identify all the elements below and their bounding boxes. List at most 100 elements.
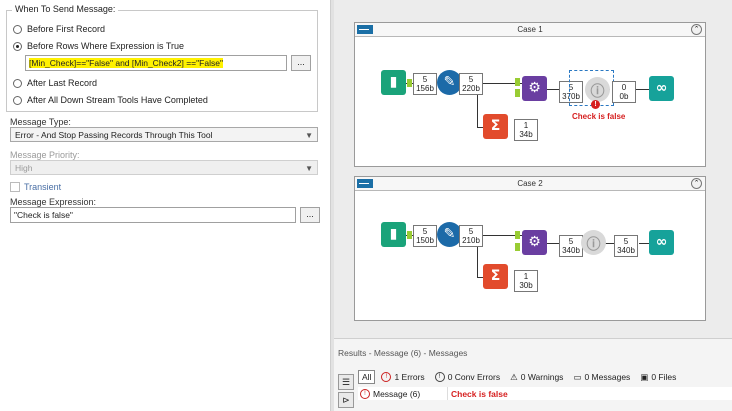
- record-count: 5: [422, 75, 428, 84]
- collapse-icon[interactable]: ⌃: [691, 178, 702, 189]
- filter-conv-errors-button[interactable]: ! 0 Conv Errors: [434, 372, 500, 382]
- message-type-label: Message Type:: [10, 117, 71, 127]
- browse-tool[interactable]: ∞: [649, 76, 674, 101]
- record-size: 156b: [416, 84, 434, 93]
- radio-button[interactable]: [13, 95, 22, 105]
- record-size: 150b: [416, 236, 434, 245]
- container-title: Case 2: [517, 179, 543, 188]
- record-count-badge: 5 340b: [559, 235, 583, 257]
- message-expression-input[interactable]: "Check is false": [10, 207, 296, 223]
- message-expression-label: Message Expression:: [10, 197, 97, 207]
- filter-messages-button[interactable]: ▭ 0 Messages: [573, 372, 630, 383]
- record-size: 340b: [617, 246, 635, 255]
- message-priority-value: High: [15, 163, 33, 173]
- record-count: 5: [468, 75, 474, 84]
- chevron-down-icon: ▼: [305, 131, 313, 140]
- connector: [635, 89, 649, 90]
- output-anchor[interactable]: [407, 79, 412, 87]
- results-filter-toolbar: All ! 1 Errors ! 0 Conv Errors ⚠ 0 Warnings…: [358, 369, 732, 385]
- filter-all-button[interactable]: All: [358, 370, 376, 384]
- record-size: 0b: [619, 92, 629, 101]
- record-count: 5: [422, 227, 428, 236]
- results-panel: Results - Message (6) - Messages ☰ ⊳ All…: [334, 338, 732, 411]
- info-icon: ⓘ: [586, 237, 601, 253]
- input-data-tool[interactable]: ▮: [381, 70, 406, 95]
- binoculars-icon: ∞: [655, 234, 668, 250]
- formula-tool[interactable]: ⚙: [522, 76, 547, 101]
- record-size: 34b: [519, 130, 533, 139]
- book-icon: ▮: [389, 226, 398, 242]
- warning-icon: ⚠: [510, 371, 518, 382]
- container-case-1[interactable]: Case 1 ⌃ ▮ 5 156b ✎ 5 220b ⚙ Σ 1 34b 5 370b …: [354, 22, 706, 167]
- binoculars-icon: ∞: [655, 80, 668, 96]
- record-count: 0: [621, 83, 627, 92]
- message-type-select[interactable]: Error - And Stop Passing Records Through…: [10, 127, 318, 142]
- message-expression-value: "Check is false": [14, 210, 73, 220]
- record-size: 220b: [462, 84, 480, 93]
- summarize-tool[interactable]: Σ: [483, 114, 508, 139]
- error-badge-icon: !: [591, 100, 600, 109]
- filter-files-button[interactable]: ▣ 0 Files: [640, 372, 676, 383]
- browse-tool[interactable]: ∞: [649, 230, 674, 255]
- radio-label: After All Down Stream Tools Have Complet…: [27, 95, 208, 105]
- book-icon: ▮: [389, 74, 398, 90]
- gear-icon: ⚙: [528, 234, 541, 250]
- false-anchor[interactable]: [515, 243, 520, 251]
- collapse-icon[interactable]: ⌃: [691, 24, 702, 35]
- warnings-label: 0 Warnings: [520, 372, 564, 382]
- connector: [639, 243, 649, 244]
- message-tool[interactable]: ⓘ: [585, 77, 610, 102]
- formula-tool[interactable]: ⚙: [522, 230, 547, 255]
- radio-label: After Last Record: [27, 78, 98, 88]
- filter-all-label: All: [362, 372, 372, 382]
- radio-after-downstream[interactable]: After All Down Stream Tools Have Complet…: [13, 95, 208, 105]
- container-header[interactable]: Case 1 ⌃: [355, 23, 705, 37]
- message-type-value: Error - And Stop Passing Records Through…: [15, 130, 213, 140]
- message-tool[interactable]: ⓘ: [581, 230, 606, 255]
- record-count-badge: 5 210b: [459, 225, 483, 247]
- list-view-icon[interactable]: ☰: [338, 374, 354, 390]
- transient-checkbox[interactable]: [10, 182, 20, 192]
- expression-input[interactable]: [Min_Check]=="False" and [Min_Check2] ==…: [25, 55, 287, 71]
- filter-warnings-button[interactable]: ⚠ 0 Warnings: [510, 372, 563, 383]
- transient-label: Transient: [24, 182, 62, 192]
- record-count-badge: 5 220b: [459, 73, 483, 95]
- radio-button-selected[interactable]: [13, 41, 22, 51]
- container-header[interactable]: Case 2 ⌃: [355, 177, 705, 191]
- record-size: 340b: [562, 246, 580, 255]
- message-expression-editor-button[interactable]: ...: [300, 207, 320, 223]
- input-data-tool[interactable]: ▮: [381, 222, 406, 247]
- when-to-send-legend: When To Send Message:: [12, 4, 119, 14]
- filter-errors-button[interactable]: ! 1 Errors: [381, 372, 425, 382]
- messages-label: 0 Messages: [584, 372, 631, 382]
- results-side-toolbar: ☰ ⊳: [338, 374, 354, 411]
- message-priority-label: Message Priority:: [10, 150, 80, 160]
- record-count: 1: [523, 121, 529, 130]
- sigma-icon: Σ: [490, 118, 501, 134]
- record-count: 5: [468, 227, 474, 236]
- gear-icon: ⚙: [528, 80, 541, 96]
- container-title: Case 1: [517, 25, 543, 34]
- radio-label: Before Rows Where Expression is True: [27, 41, 185, 51]
- message-view-icon[interactable]: ⊳: [338, 392, 354, 408]
- radio-before-rows-expression[interactable]: Before Rows Where Expression is True: [13, 41, 184, 51]
- radio-button[interactable]: [13, 24, 22, 34]
- workflow-canvas[interactable]: Case 1 ⌃ ▮ 5 156b ✎ 5 220b ⚙ Σ 1 34b 5 370b …: [334, 0, 732, 338]
- true-anchor[interactable]: [515, 231, 520, 239]
- table-row[interactable]: ! Message (6) Check is false: [358, 387, 732, 400]
- record-count: 5: [568, 237, 574, 246]
- message-priority-select[interactable]: High ▼: [10, 160, 318, 175]
- container-case-2[interactable]: Case 2 ⌃ ▮ 5 150b ✎ 5 210b ⚙ Σ 1 30b 5 340b …: [354, 176, 706, 321]
- output-anchor[interactable]: [407, 231, 412, 239]
- record-count-badge: 1 34b: [514, 119, 538, 141]
- true-anchor[interactable]: [515, 78, 520, 86]
- false-anchor[interactable]: [515, 89, 520, 97]
- record-count-badge: 5 150b: [413, 225, 437, 247]
- radio-button[interactable]: [13, 78, 22, 88]
- tool-cell: ! Message (6): [358, 387, 448, 400]
- row-message: Check is false: [451, 388, 508, 399]
- summarize-tool[interactable]: Σ: [483, 264, 508, 289]
- radio-before-first-record[interactable]: Before First Record: [13, 24, 105, 34]
- radio-after-last-record[interactable]: After Last Record: [13, 78, 97, 88]
- expression-editor-button[interactable]: ...: [291, 55, 311, 71]
